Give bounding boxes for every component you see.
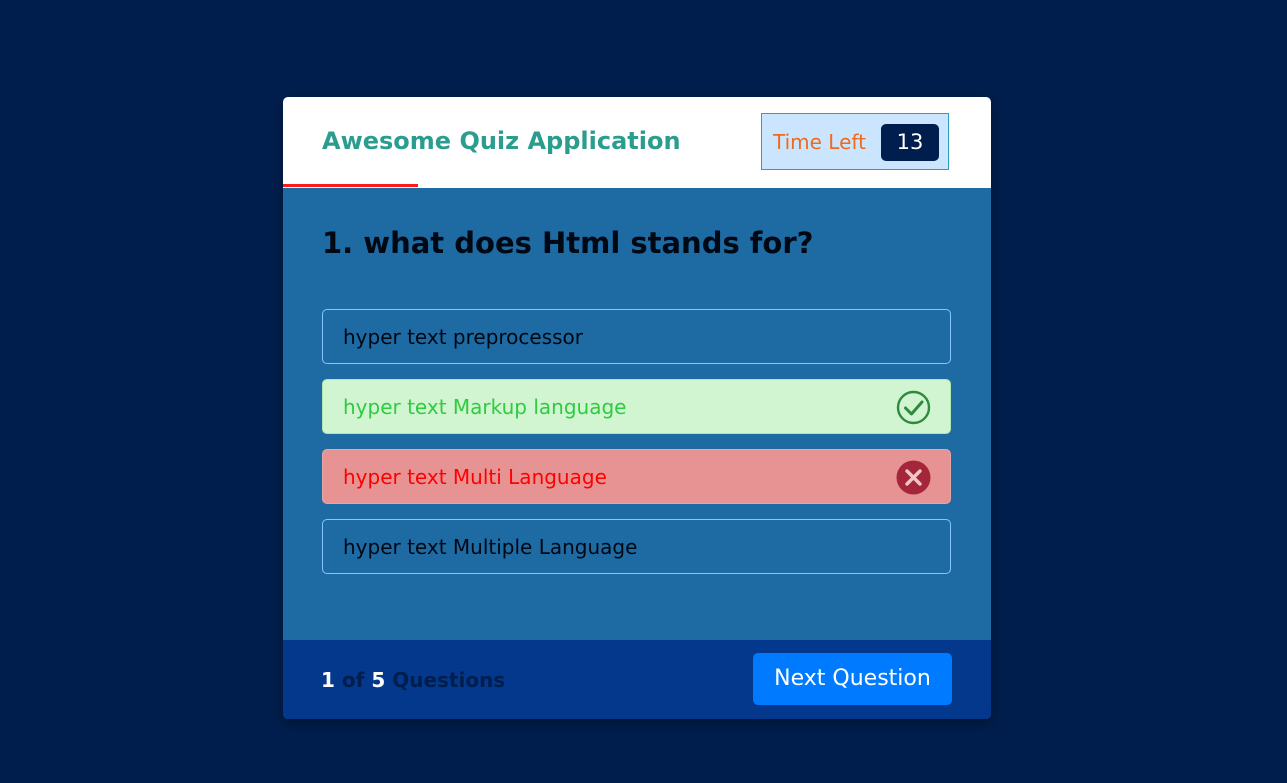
- of-text: of: [341, 668, 365, 692]
- quiz-header: Awesome Quiz Application Time Left 13: [283, 97, 991, 188]
- timer-seconds: 13: [881, 124, 939, 161]
- option-4[interactable]: hyper text Multiple Language: [322, 519, 951, 574]
- current-question-number: 1: [321, 668, 335, 692]
- option-1[interactable]: hyper text preprocessor: [322, 309, 951, 364]
- questions-label: Questions: [392, 668, 506, 692]
- option-label: hyper text Multiple Language: [343, 535, 638, 559]
- question-counter: 1 of 5 Questions: [321, 667, 505, 693]
- quiz-title: Awesome Quiz Application: [322, 127, 681, 155]
- total-questions-number: 5: [371, 668, 386, 692]
- next-question-button[interactable]: Next Question: [753, 653, 952, 705]
- option-label: hyper text Multi Language: [343, 465, 607, 489]
- check-circle-icon: [896, 390, 931, 425]
- timer: Time Left 13: [761, 113, 949, 170]
- quiz-footer: 1 of 5 Questions Next Question: [283, 640, 991, 719]
- x-circle-icon: [896, 460, 931, 495]
- timer-label: Time Left: [773, 130, 866, 154]
- quiz-box: Awesome Quiz Application Time Left 13 1.…: [283, 97, 991, 719]
- option-label: hyper text preprocessor: [343, 325, 584, 349]
- option-3-incorrect[interactable]: hyper text Multi Language: [322, 449, 951, 504]
- time-line-progress: [283, 184, 418, 187]
- question-text: 1. what does Html stands for?: [322, 226, 814, 260]
- option-2-correct[interactable]: hyper text Markup language: [322, 379, 951, 434]
- option-label: hyper text Markup language: [343, 395, 627, 419]
